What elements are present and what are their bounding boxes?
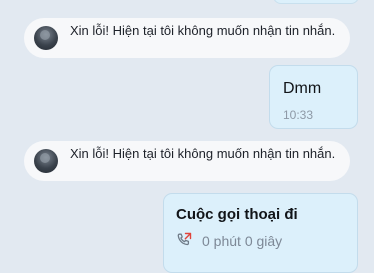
- outgoing-call-message[interactable]: Cuộc gọi thoại đi 0 phút 0 giây: [163, 193, 358, 273]
- call-duration: 0 phút 0 giây: [202, 233, 283, 249]
- call-title: Cuộc gọi thoại đi: [176, 206, 298, 223]
- missed-outgoing-call-icon: [177, 232, 192, 246]
- avatar[interactable]: [34, 149, 58, 173]
- auto-reply-message[interactable]: Xin lỗi! Hiện tại tôi không muốn nhận ti…: [24, 141, 350, 181]
- auto-reply-message[interactable]: Xin lỗi! Hiện tại tôi không muốn nhận ti…: [24, 18, 350, 58]
- sent-message[interactable]: Dmm 10:33: [269, 65, 358, 129]
- message-text: Dmm: [283, 80, 322, 97]
- auto-reply-text: Xin lỗi! Hiện tại tôi không muốn nhận ti…: [70, 146, 336, 161]
- previous-message-bubble[interactable]: [273, 0, 359, 4]
- auto-reply-text: Xin lỗi! Hiện tại tôi không muốn nhận ti…: [70, 23, 336, 38]
- message-timestamp: 10:33: [283, 108, 314, 122]
- avatar[interactable]: [34, 26, 58, 50]
